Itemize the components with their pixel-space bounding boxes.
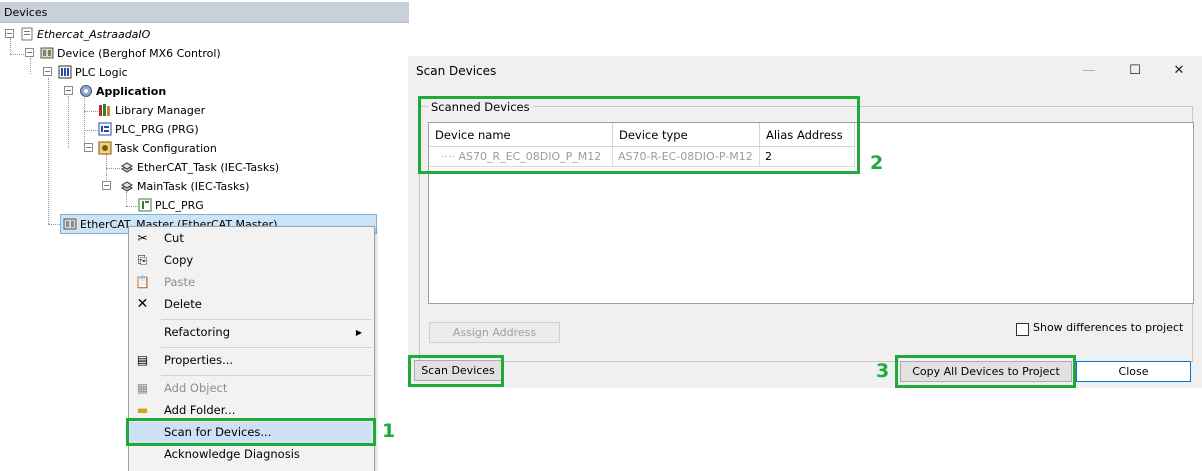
task-stack-icon: [121, 181, 133, 192]
application-gear-icon: [80, 85, 92, 97]
tree-item-label: MainTask (IEC-Tasks): [137, 180, 250, 193]
assign-address-button[interactable]: Assign Address: [429, 322, 560, 343]
menu-item-refactoring[interactable]: Refactoring ▶: [129, 322, 372, 343]
tree-item-label: Library Manager: [115, 104, 206, 117]
annotation-number-3: 3: [876, 360, 890, 382]
tree-item-main-task-call[interactable]: PLC_PRG: [138, 196, 204, 215]
tree-item-label: Device (Berghof MX6 Control): [57, 47, 221, 60]
tree-line: [10, 38, 11, 54]
dialog-titlebar: Scan Devices — ☐ ✕: [408, 56, 1202, 87]
tree-line: [84, 98, 85, 149]
maximize-icon[interactable]: ☐: [1122, 60, 1148, 82]
menu-separator: [161, 347, 371, 348]
close-icon[interactable]: ✕: [1166, 60, 1192, 82]
close-button[interactable]: Close: [1076, 361, 1191, 382]
dialog-title: Scan Devices: [416, 64, 497, 78]
task-config-icon: [98, 141, 112, 155]
tree-line: [106, 168, 120, 169]
program-call-icon: [138, 198, 152, 212]
annotation-number-2: 2: [870, 152, 884, 174]
tree-item-label: Ethercat_AstraadaIO: [37, 28, 151, 41]
minimize-icon[interactable]: —: [1076, 60, 1102, 82]
tree-item-label: Application: [96, 85, 167, 98]
tree-item-device[interactable]: Device (Berghof MX6 Control): [40, 44, 221, 63]
tree-item-plc-prg[interactable]: PLC_PRG (PRG): [98, 120, 199, 139]
menu-item-acknowledge-diagnosis[interactable]: Acknowledge Diagnosis: [129, 444, 372, 465]
tree-item-application[interactable]: Application: [79, 82, 166, 101]
collapse-toggle[interactable]: −: [5, 29, 14, 38]
collapse-toggle[interactable]: −: [64, 86, 73, 95]
tree-line: [84, 111, 98, 112]
collapse-toggle[interactable]: −: [25, 48, 34, 57]
tree-item-ethercat-task[interactable]: EtherCAT_Task (IEC-Tasks): [120, 158, 279, 177]
submenu-arrow-icon: ▶: [355, 328, 362, 337]
tree-line: [30, 58, 31, 74]
menu-separator: [161, 375, 371, 376]
library-books-icon: [99, 104, 110, 116]
tree-item-label: EtherCAT_Task (IEC-Tasks): [137, 161, 280, 174]
plc-logic-icon: [58, 65, 72, 79]
show-differences-checkbox[interactable]: [1016, 323, 1029, 336]
show-differences-label: Show differences to project: [1033, 321, 1184, 334]
ethercat-master-icon: [63, 218, 77, 230]
tree-item-label: Task Configuration: [115, 142, 217, 155]
paste-icon: 📋: [135, 275, 150, 289]
annotation-box-2: [418, 96, 860, 174]
tree-line: [126, 206, 138, 207]
properties-icon: ▤: [136, 353, 149, 367]
annotation-box-3: [895, 355, 1076, 388]
program-icon: [98, 122, 112, 136]
devices-panel-header: Devices: [0, 2, 409, 23]
tree-line: [84, 130, 98, 131]
menu-item-properties[interactable]: ▤ Properties...: [129, 350, 372, 371]
project-icon: [21, 27, 33, 41]
menu-item-delete[interactable]: ✕ Delete: [129, 294, 372, 315]
tree-line: [48, 78, 49, 224]
tree-line: [68, 96, 69, 148]
menu-item-add-object[interactable]: ▦ Add Object: [129, 378, 372, 399]
task-stack-icon: [121, 162, 133, 173]
annotation-box-scan: [408, 355, 504, 387]
delete-x-icon: ✕: [136, 296, 149, 312]
annotation-box-1: [126, 418, 376, 446]
tree-item-main-task[interactable]: MainTask (IEC-Tasks): [120, 177, 249, 196]
tree-item-plc-logic[interactable]: PLC Logic: [58, 63, 128, 82]
folder-icon: ▬: [136, 403, 149, 417]
tree-item-label: PLC_PRG (PRG): [115, 123, 199, 136]
tree-item-project[interactable]: Ethercat_AstraadaIO: [20, 25, 150, 44]
tree-item-task-configuration[interactable]: Task Configuration: [98, 139, 217, 158]
tree-item-label: PLC Logic: [75, 66, 128, 79]
collapse-toggle[interactable]: −: [84, 143, 93, 152]
annotation-number-1: 1: [382, 420, 396, 442]
copy-icon: ⎘: [137, 253, 148, 267]
menu-item-cut[interactable]: ✂ Cut: [129, 228, 372, 249]
tree-item-label: PLC_PRG: [155, 199, 204, 212]
menu-separator: [161, 319, 371, 320]
menu-item-copy[interactable]: ⎘ Copy: [129, 250, 372, 271]
add-object-icon: ▦: [136, 381, 149, 395]
collapse-toggle[interactable]: −: [43, 67, 52, 76]
scissors-icon: ✂: [137, 231, 148, 245]
collapse-toggle[interactable]: −: [102, 181, 111, 190]
tree-item-library-manager[interactable]: Library Manager: [98, 101, 205, 120]
device-icon: [40, 47, 54, 59]
menu-item-paste[interactable]: 📋 Paste: [129, 272, 372, 293]
